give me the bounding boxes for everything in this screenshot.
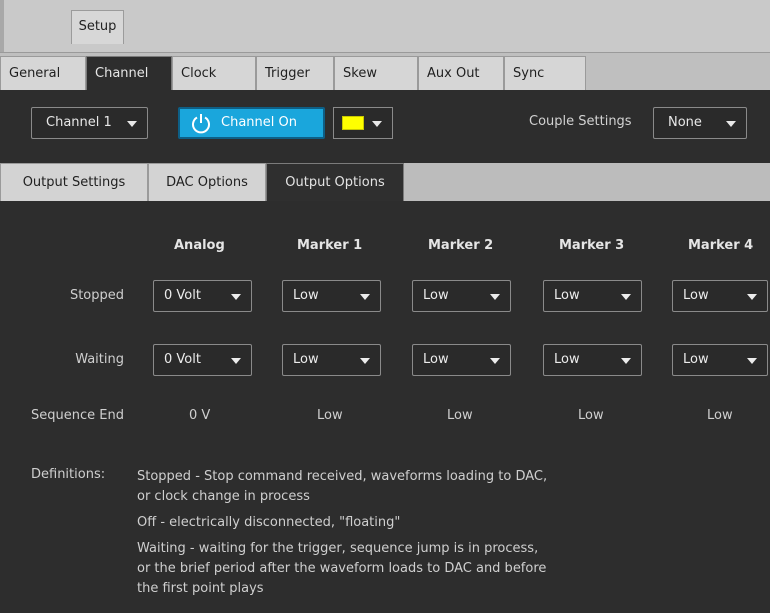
chevron-down-icon <box>360 358 370 364</box>
stopped-marker-1-select[interactable]: Low <box>282 280 381 312</box>
chevron-down-icon <box>621 294 631 300</box>
main-tab-row: General Channel Clock Trigger Skew Aux O… <box>0 52 770 91</box>
chevron-down-icon <box>747 294 757 300</box>
chevron-down-icon <box>231 294 241 300</box>
row-label-sequence-end: Sequence End <box>31 408 124 423</box>
select-value: Low <box>683 352 709 367</box>
row-label-waiting: Waiting <box>75 352 124 367</box>
channel-color-select[interactable] <box>333 107 393 139</box>
row-label-stopped: Stopped <box>69 288 124 303</box>
couple-settings-select[interactable]: None <box>653 107 747 139</box>
sequence-end-marker-1-value: Low <box>317 408 343 423</box>
waiting-marker-2-select[interactable]: Low <box>412 344 511 376</box>
channel-on-label: Channel On <box>221 115 297 130</box>
sequence-end-marker-3-value: Low <box>578 408 604 423</box>
couple-settings-value: None <box>668 115 702 130</box>
definition-text: Waiting - waiting for the trigger, seque… <box>137 541 539 556</box>
definition-stopped: Stopped - Stop command received, wavefor… <box>137 467 617 507</box>
output-options-panel: Analog Marker 1 Marker 2 Marker 3 Marker… <box>0 201 770 613</box>
tab-trigger[interactable]: Trigger <box>256 56 334 91</box>
select-value: Low <box>554 288 580 303</box>
sequence-end-analog-value: 0 V <box>189 408 211 423</box>
color-swatch <box>342 116 364 130</box>
select-value: Low <box>423 288 449 303</box>
power-icon <box>192 114 210 134</box>
definitions-label: Definitions: <box>31 467 106 482</box>
select-value: Low <box>554 352 580 367</box>
sequence-end-marker-4-value: Low <box>707 408 733 423</box>
column-header-marker-3: Marker 3 <box>559 238 625 253</box>
definition-text: the first point plays <box>137 581 264 596</box>
tab-aux-out[interactable]: Aux Out <box>418 56 504 91</box>
tab-clock[interactable]: Clock <box>172 56 256 91</box>
definition-waiting: Waiting - waiting for the trigger, seque… <box>137 539 617 599</box>
waiting-marker-3-select[interactable]: Low <box>543 344 642 376</box>
definition-text: Off - electrically disconnected, "floati… <box>137 515 401 530</box>
waiting-analog-select[interactable]: 0 Volt <box>153 344 252 376</box>
tab-output-settings[interactable]: Output Settings <box>0 163 148 201</box>
chevron-down-icon <box>231 358 241 364</box>
definition-text: or clock change in process <box>137 489 310 504</box>
tab-general[interactable]: General <box>0 56 86 91</box>
select-value: 0 Volt <box>164 288 201 303</box>
tab-output-options[interactable]: Output Options <box>266 163 404 201</box>
tab-sync[interactable]: Sync <box>504 56 586 91</box>
channel-on-button[interactable]: Channel On <box>178 107 325 139</box>
definition-text: Stopped - Stop command received, wavefor… <box>137 469 548 484</box>
stopped-analog-select[interactable]: 0 Volt <box>153 280 252 312</box>
channel-select[interactable]: Channel 1 <box>31 107 148 139</box>
stopped-marker-2-select[interactable]: Low <box>412 280 511 312</box>
select-value: 0 Volt <box>164 352 201 367</box>
waiting-marker-1-select[interactable]: Low <box>282 344 381 376</box>
chevron-down-icon <box>747 358 757 364</box>
channel-select-value: Channel 1 <box>46 115 112 130</box>
chevron-down-icon <box>127 121 137 127</box>
chevron-down-icon <box>490 358 500 364</box>
select-value: Low <box>423 352 449 367</box>
chevron-down-icon <box>372 121 382 127</box>
chevron-down-icon <box>621 358 631 364</box>
column-header-marker-2: Marker 2 <box>428 238 494 253</box>
top-strip: Setup <box>0 0 770 52</box>
couple-settings-label: Couple Settings <box>529 114 632 129</box>
column-header-analog: Analog <box>174 238 225 253</box>
chevron-down-icon <box>360 294 370 300</box>
tab-skew[interactable]: Skew <box>334 56 418 91</box>
column-header-marker-1: Marker 1 <box>297 238 363 253</box>
tab-dac-options[interactable]: DAC Options <box>148 163 266 201</box>
waiting-marker-4-select[interactable]: Low <box>672 344 768 376</box>
chevron-down-icon <box>490 294 500 300</box>
sequence-end-marker-2-value: Low <box>447 408 473 423</box>
select-value: Low <box>683 288 709 303</box>
column-header-marker-4: Marker 4 <box>688 238 754 253</box>
sub-tab-row: Output Settings DAC Options Output Optio… <box>0 163 770 201</box>
chevron-down-icon <box>726 121 736 127</box>
select-value: Low <box>293 352 319 367</box>
select-value: Low <box>293 288 319 303</box>
tab-channel[interactable]: Channel <box>86 56 172 91</box>
tab-setup[interactable]: Setup <box>71 10 124 44</box>
definition-off: Off - electrically disconnected, "floati… <box>137 513 617 533</box>
stopped-marker-3-select[interactable]: Low <box>543 280 642 312</box>
definition-text: or the brief period after the waveform l… <box>137 561 547 576</box>
channel-control-row: Channel 1 Channel On Couple Settings Non… <box>0 90 770 163</box>
stopped-marker-4-select[interactable]: Low <box>672 280 768 312</box>
